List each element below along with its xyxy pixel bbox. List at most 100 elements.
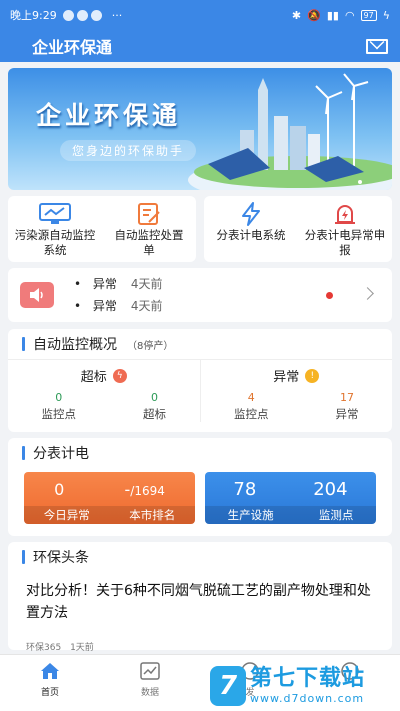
stopped-count: （8停产） bbox=[127, 340, 174, 352]
notice-list: 异常 4天前 异常 4天前 bbox=[74, 273, 163, 317]
notice-time: 4天前 bbox=[130, 299, 163, 313]
section-title-text: 分表计电 bbox=[33, 446, 89, 462]
exceed-column[interactable]: 超标 ϟ 0 监控点 0 超标 bbox=[8, 360, 200, 422]
stat-value: 0 bbox=[55, 391, 63, 404]
chevron-right-icon[interactable] bbox=[361, 287, 374, 300]
more-notifications-indicator: ··· bbox=[111, 8, 123, 22]
tile-label: 污染源自动监控系统 bbox=[14, 228, 96, 257]
mail-icon[interactable] bbox=[366, 38, 388, 54]
notice-bar[interactable]: 异常 4天前 异常 4天前 bbox=[8, 268, 392, 322]
app-notification-icon bbox=[90, 9, 102, 21]
nav-data[interactable]: 数据 bbox=[100, 655, 200, 711]
meter-system-button[interactable]: 分表计电系统 bbox=[204, 196, 298, 262]
watermark-name: 第七下载站 bbox=[250, 666, 366, 691]
exceed-count-stat[interactable]: 0 超标 bbox=[143, 391, 166, 422]
news-source: 环保365 bbox=[26, 643, 62, 653]
mute-icon: 🔕 bbox=[307, 8, 321, 22]
page-title: 企业环保通 bbox=[32, 38, 113, 57]
notice-text: 异常 bbox=[92, 277, 117, 291]
abnormal-points-stat[interactable]: 4 监控点 bbox=[234, 391, 269, 422]
meter-abnormal-panel[interactable]: 0 -/1694 今日异常 本市排名 bbox=[24, 472, 195, 524]
pollution-monitor-system-button[interactable]: 污染源自动监控系统 bbox=[8, 196, 102, 262]
exceed-label: 超标 bbox=[80, 370, 107, 385]
nav-label: 数据 bbox=[140, 688, 159, 698]
speaker-icon bbox=[20, 282, 54, 308]
nav-label: 首页 bbox=[40, 688, 59, 698]
app-notification-icon bbox=[62, 9, 74, 21]
section-title: 分表计电 bbox=[8, 438, 392, 468]
status-bar: 晚上9:29 ··· ✱ 🔕 ▮▮ ◠ 97 ϟ bbox=[0, 0, 400, 30]
section-title: 环保头条 bbox=[8, 542, 392, 572]
city-rank-label: 本市排名 bbox=[129, 508, 176, 522]
lightning-badge-icon: ϟ bbox=[112, 368, 127, 383]
watermark-url: www.d7down.com bbox=[250, 692, 365, 705]
charging-icon: ϟ bbox=[382, 8, 390, 22]
news-headline[interactable]: 对比分析！关于6种不同烟气脱硫工艺的副产物处理和处置方法 bbox=[26, 580, 374, 624]
monitor-disposal-form-button[interactable]: 自动监控处置单 bbox=[102, 196, 196, 262]
function-group-monitor: 污染源自动监控系统 自动监控处置单 bbox=[8, 196, 196, 262]
battery-icon: 97 bbox=[360, 9, 377, 21]
app-notification-icon bbox=[76, 9, 88, 21]
warning-badge-icon: ! bbox=[305, 368, 320, 383]
notice-item[interactable]: 异常 4天前 bbox=[74, 295, 163, 317]
city-rank-total: /1694 bbox=[130, 483, 165, 498]
banner-carousel[interactable]: 企业环保通 您身边的环保助手 bbox=[8, 68, 392, 190]
abnormal-count-stat[interactable]: 17 异常 bbox=[336, 391, 359, 422]
bluetooth-icon: ✱ bbox=[291, 8, 302, 22]
carousel-indicator bbox=[358, 180, 362, 184]
notice-text: 异常 bbox=[92, 299, 117, 313]
chart-icon bbox=[140, 661, 160, 681]
banner-subtitle: 您身边的环保助手 bbox=[60, 140, 197, 161]
wifi-icon: ◠ bbox=[344, 8, 355, 22]
alarm-icon bbox=[333, 202, 357, 226]
news-card: 环保头条 对比分析！关于6种不同烟气脱硫工艺的副产物处理和处置方法 环保365 … bbox=[8, 542, 392, 653]
meter-abnormal-report-button[interactable]: 分表计电异常申报 bbox=[298, 196, 392, 262]
edit-form-icon bbox=[137, 202, 161, 226]
nav-home[interactable]: 首页 bbox=[0, 655, 100, 711]
monitor-icon bbox=[39, 202, 71, 226]
function-grid: 污染源自动监控系统 自动监控处置单 分表计电系统 分表计电异常申报 bbox=[8, 196, 392, 262]
stat-value: 0 bbox=[151, 391, 158, 404]
app-header: 企业环保通 bbox=[0, 30, 400, 62]
stat-value: 4 bbox=[247, 391, 255, 404]
meter-points-label: 监测点 bbox=[318, 508, 354, 522]
stat-label: 异常 bbox=[335, 407, 359, 421]
function-group-meter: 分表计电系统 分表计电异常申报 bbox=[204, 196, 392, 262]
section-title-text: 环保头条 bbox=[33, 550, 89, 566]
news-meta: 环保365 1天前 bbox=[26, 640, 374, 653]
lightning-icon bbox=[240, 202, 262, 226]
meter-card: 分表计电 0 -/1694 今日异常 本市排名 78 204 生产设施 监测点 bbox=[8, 438, 392, 536]
meter-stats: 0 -/1694 今日异常 本市排名 78 204 生产设施 监测点 bbox=[8, 468, 392, 524]
notice-time: 4天前 bbox=[130, 277, 163, 291]
watermark-logo: 7 bbox=[210, 665, 246, 706]
today-abnormal-value: 0 bbox=[54, 479, 65, 499]
meter-facility-panel[interactable]: 78 204 生产设施 监测点 bbox=[205, 472, 376, 524]
today-abnormal-label: 今日异常 bbox=[43, 508, 90, 522]
stat-label: 监控点 bbox=[234, 407, 269, 421]
meter-points-value: 204 bbox=[313, 478, 348, 500]
section-title: 自动监控概况 （8停产） bbox=[8, 329, 392, 359]
facilities-label: 生产设施 bbox=[227, 508, 274, 522]
facilities-value: 78 bbox=[233, 478, 257, 500]
abnormal-column[interactable]: 异常! 4 监控点 17 异常 bbox=[199, 360, 393, 422]
abnormal-label: 异常 bbox=[273, 370, 300, 385]
news-item[interactable]: 对比分析！关于6种不同烟气脱硫工艺的副产物处理和处置方法 环保365 1天前 bbox=[8, 572, 392, 653]
unread-dot bbox=[326, 292, 333, 299]
home-icon bbox=[40, 661, 60, 681]
monitor-overview-card: 自动监控概况 （8停产） 超标 ϟ 0 监控点 0 超标 异常! 4 监控点 17 异常 bbox=[8, 329, 392, 432]
notification-icons bbox=[62, 9, 102, 21]
exceed-points-stat[interactable]: 0 监控点 bbox=[42, 391, 77, 422]
stat-value: 17 bbox=[340, 391, 354, 404]
watermark: 7 第七下载站 www.d7down.com bbox=[210, 660, 400, 711]
section-title-text: 自动监控概况 bbox=[33, 337, 117, 353]
tile-label: 分表计电异常申报 bbox=[304, 228, 386, 257]
monitor-stats: 超标 ϟ 0 监控点 0 超标 异常! 4 监控点 17 异常 bbox=[8, 359, 392, 422]
notice-item[interactable]: 异常 4天前 bbox=[74, 273, 163, 295]
status-time: 晚上9:29 bbox=[10, 9, 57, 22]
news-time: 1天前 bbox=[70, 643, 94, 653]
stat-label: 监控点 bbox=[41, 407, 77, 421]
stat-label: 超标 bbox=[143, 407, 166, 421]
tile-label: 自动监控处置单 bbox=[114, 228, 184, 257]
banner-title: 企业环保通 bbox=[36, 101, 182, 130]
tile-label: 分表计电系统 bbox=[216, 228, 286, 242]
